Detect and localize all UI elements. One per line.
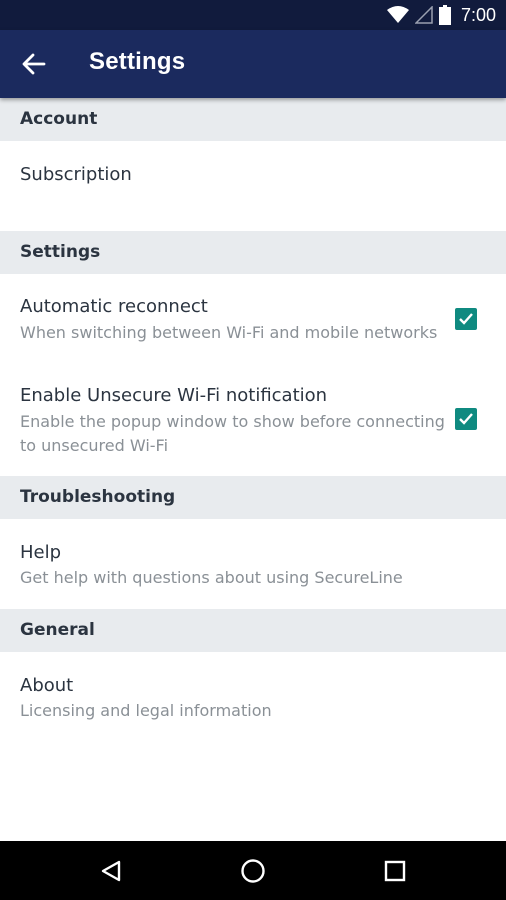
home-circle-icon [241,859,265,883]
check-icon [459,413,473,425]
back-triangle-icon [101,860,121,882]
help-item[interactable]: Help Get help with questions about using… [0,519,506,609]
auto-reconnect-title: Automatic reconnect [20,296,208,317]
subscription-item[interactable]: Subscription [0,141,506,231]
status-icons: 7:00 [386,4,496,26]
battery-icon [438,5,451,25]
nav-recents-button[interactable] [379,855,411,887]
auto-reconnect-item[interactable]: Automatic reconnect When switching betwe… [0,274,506,363]
status-time: 7:00 [460,4,496,25]
page-title: Settings [89,48,186,75]
help-subtitle: Get help with questions about using Secu… [20,568,403,587]
unsecure-wifi-checkbox[interactable] [455,408,477,430]
navigation-bar [0,841,506,900]
app-bar: Settings [0,30,506,98]
section-header-general: General [0,609,506,652]
signal-icon [414,6,433,24]
wifi-icon [386,6,409,23]
nav-back-button[interactable] [95,855,127,887]
auto-reconnect-subtitle: When switching between Wi-Fi and mobile … [20,323,438,342]
unsecure-wifi-title: Enable Unsecure Wi-Fi notification [20,385,328,406]
auto-reconnect-checkbox[interactable] [455,308,477,330]
section-header-troubleshooting: Troubleshooting [0,476,506,519]
section-header-label: General [20,620,95,640]
status-bar: 7:00 [0,0,506,30]
section-header-settings: Settings [0,231,506,274]
section-header-label: Settings [20,242,101,262]
unsecure-wifi-subtitle: Enable the popup window to show before c… [20,412,445,455]
about-title: About [20,675,74,696]
section-header-label: Troubleshooting [20,487,176,507]
subscription-title: Subscription [20,164,132,185]
section-header-account: Account [0,98,506,141]
about-subtitle: Licensing and legal information [20,701,272,720]
section-header-label: Account [20,109,98,129]
settings-list: Account Subscription Settings Automatic … [0,98,506,841]
help-title: Help [20,542,62,563]
arrow-left-icon [22,53,46,75]
check-icon [459,313,473,325]
back-button[interactable] [18,50,50,78]
recents-square-icon [384,860,406,882]
about-item[interactable]: About Licensing and legal information [0,652,506,742]
nav-home-button[interactable] [237,855,269,887]
unsecure-wifi-item[interactable]: Enable Unsecure Wi-Fi notification Enabl… [0,363,506,476]
